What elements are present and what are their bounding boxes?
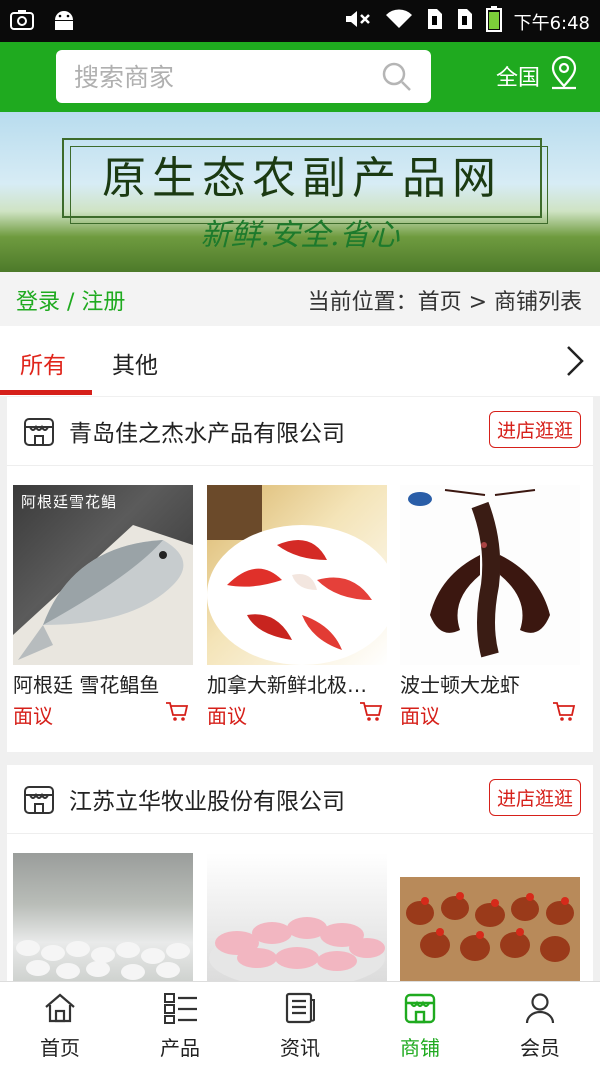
product-image[interactable]: 阿根廷雪花鲳 [13,485,193,665]
product-name: 波士顿大龙虾 [400,673,520,697]
product-image[interactable] [13,853,193,981]
home-icon [44,992,76,1028]
breadcrumb: 当前位置：首页 > 商铺列表 [307,290,582,315]
banner-slogan: 新鲜.安全.省心 [200,218,400,253]
product-item[interactable] [207,853,387,981]
search-icon[interactable] [381,61,413,97]
clock: 下午6:48 [513,12,590,34]
visit-store-button[interactable]: 进店逛逛 [488,779,581,816]
product-item[interactable]: 阿根廷雪花鲳 阿根廷 雪花鲳鱼 面议 [13,485,193,729]
screenshot-icon [8,6,36,34]
sim2-icon [456,7,474,36]
store-icon [404,992,436,1028]
product-image[interactable] [400,853,580,981]
cart-icon[interactable] [165,701,189,727]
cart-icon[interactable] [552,701,576,727]
category-tabs: 所有 其他 [0,326,600,396]
nav-member[interactable]: 会员 [480,982,600,1068]
product-name: 加拿大新鲜北极… [207,673,367,697]
active-tab-indicator [0,390,92,395]
status-bar: 下午6:48 [0,0,600,42]
tab-other[interactable]: 其他 [112,346,158,380]
login-register-link[interactable]: 登录 / 注册 [16,284,125,316]
nav-label: 商铺 [400,1036,440,1060]
product-image[interactable] [207,853,387,981]
shop-card: 青岛佳之杰水产品有限公司 进店逛逛 阿根廷雪花鲳 阿根廷 雪花鲳鱼 面议 加拿大… [7,397,593,752]
shop-header: 江苏立华牧业股份有限公司 进店逛逛 [7,765,593,834]
product-item[interactable]: 加拿大新鲜北极… 面议 [207,485,387,729]
region-label: 全国 [495,66,540,91]
search-box[interactable] [56,50,431,103]
search-input[interactable] [72,60,366,94]
nav-label: 资讯 [280,1036,320,1060]
product-item[interactable] [400,853,580,981]
nav-label: 会员 [520,1036,560,1060]
banner[interactable]: 原生态农副产品网 新鲜.安全.省心 [0,112,600,272]
store-icon [23,783,55,819]
lobster-graphic [408,489,550,658]
region-selector[interactable]: 全国 [495,55,580,96]
shop-name[interactable]: 江苏立华牧业股份有限公司 [69,782,345,816]
mute-icon [344,8,372,35]
visit-store-button[interactable]: 进店逛逛 [488,411,581,448]
tab-all[interactable]: 所有 [20,346,66,380]
battery-icon [485,6,502,37]
product-item[interactable]: 波士顿大龙虾 面议 [400,485,580,729]
android-icon [50,6,78,34]
wifi-icon [384,8,414,35]
user-icon [524,992,556,1028]
geese-graphic [16,940,190,980]
banner-title: 原生态农副产品网 [102,153,502,204]
app-header: 全国 [0,42,600,112]
bottom-nav: 首页 产品 资讯 商铺 会员 [0,981,600,1068]
shop-card: 江苏立华牧业股份有限公司 进店逛逛 [7,765,593,981]
chickens-graphic [400,877,580,981]
nav-home[interactable]: 首页 [0,982,120,1068]
product-image[interactable] [207,485,387,665]
nav-news[interactable]: 资讯 [240,982,360,1068]
store-icon [23,415,55,451]
product-image[interactable] [400,485,580,665]
surf-clam-graphic [207,485,387,665]
sim1-icon [426,7,444,36]
location-bar: 登录 / 注册 当前位置：首页 > 商铺列表 [0,272,600,326]
nav-products[interactable]: 产品 [120,982,240,1068]
shop-name[interactable]: 青岛佳之杰水产品有限公司 [69,414,345,448]
list-icon [164,992,198,1028]
shop-header: 青岛佳之杰水产品有限公司 进店逛逛 [7,397,593,466]
location-pin-icon [548,55,580,96]
piglets-graphic [209,917,385,981]
nav-label: 首页 [40,1036,80,1060]
nav-label: 产品 [160,1036,200,1060]
cart-icon[interactable] [359,701,383,727]
nav-shops[interactable]: 商铺 [360,982,480,1068]
product-name: 阿根廷 雪花鲳鱼 [13,673,160,697]
news-icon [284,992,316,1028]
pomfret-fish-graphic [13,525,193,665]
chevron-right-icon[interactable] [564,344,586,382]
product-item[interactable] [13,853,193,981]
